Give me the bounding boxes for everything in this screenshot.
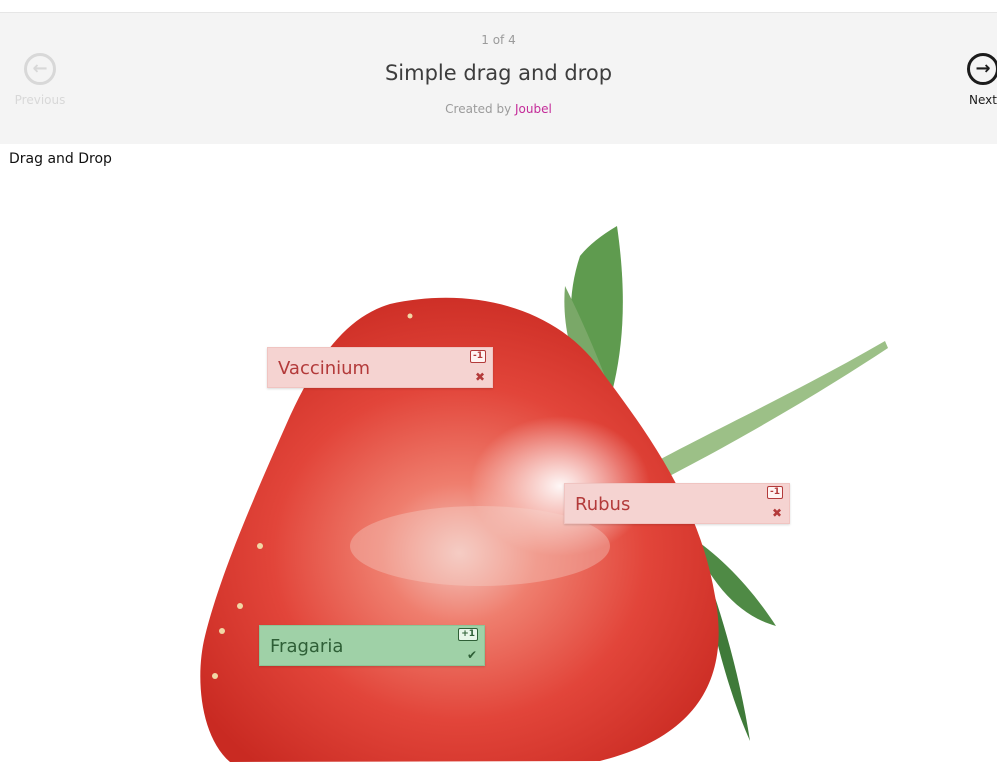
- drop-zone[interactable]: Rubus -1 ✖: [564, 483, 790, 524]
- slide-header: ← Previous 1 of 4 Simple drag and drop C…: [0, 13, 997, 144]
- creator-line: Created by Joubel: [0, 102, 997, 116]
- drop-zone[interactable]: Fragaria +1 ✔: [259, 625, 485, 666]
- author-link[interactable]: Joubel: [515, 102, 552, 116]
- slide-counter: 1 of 4: [481, 33, 516, 47]
- score-badge: -1: [767, 486, 783, 499]
- cross-icon: ✖: [474, 370, 485, 384]
- page-title: Simple drag and drop: [384, 61, 613, 85]
- drop-label: Rubus: [575, 494, 631, 515]
- drop-zone[interactable]: Vaccinium -1 ✖: [267, 347, 493, 388]
- strawberry-image: [200, 226, 888, 762]
- arrow-right-circle-icon: →: [967, 53, 997, 85]
- top-border: [0, 0, 997, 13]
- score-badge: -1: [470, 350, 486, 363]
- next-label: Next: [969, 93, 997, 107]
- drag-drop-stage: Vaccinium -1 ✖ Rubus -1 ✖ Fragaria +1 ✔: [0, 176, 997, 762]
- next-button[interactable]: → Next: [950, 53, 997, 107]
- task-label: Drag and Drop: [9, 151, 112, 167]
- drop-label: Vaccinium: [278, 358, 371, 379]
- drop-label: Fragaria: [270, 636, 344, 657]
- score-badge: +1: [458, 628, 478, 641]
- created-by-label: Created by: [445, 102, 512, 116]
- check-icon: ✔: [466, 648, 477, 662]
- cross-icon: ✖: [771, 506, 782, 520]
